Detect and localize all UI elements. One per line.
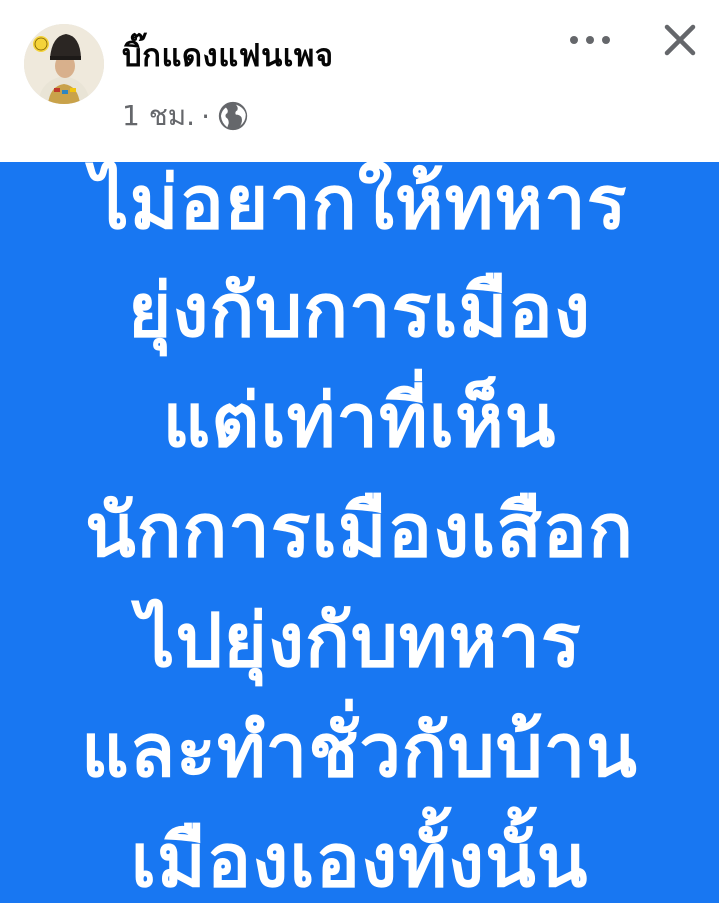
post-text-line: ไปยุ่งกับทหาร (137, 599, 582, 682)
post-text-line: แต่เท่าที่เห็น (162, 379, 557, 462)
post-text-line: ไม่อยากให้ทหาร (91, 162, 628, 244)
post-text-background[interactable]: ไม่อยากให้ทหาร ยุ่งกับการเมือง แต่เท่าที… (0, 162, 719, 903)
post-text-line: และทำชั่วกับบ้าน (81, 709, 638, 792)
post-text-line: นักการเมืองเสือก (85, 489, 634, 572)
meta-separator: · (201, 99, 210, 133)
page-name[interactable]: บิ๊กแดงแฟนเพจ (122, 30, 334, 80)
facebook-post: บิ๊กแดงแฟนเพจ 1 ชม. · ไม่อยากให้ทหาร ยุ่… (0, 0, 719, 903)
post-meta: 1 ชม. · (122, 96, 250, 136)
post-text-line: เมืองเองทั้งนั้น (130, 819, 589, 902)
post-time[interactable]: 1 ชม. (122, 94, 195, 138)
post-text-line: ยุ่งกับการเมือง (127, 269, 592, 352)
more-horizontal-icon (568, 31, 612, 50)
globe-icon[interactable] (216, 99, 250, 133)
post-header: บิ๊กแดงแฟนเพจ 1 ชม. · (0, 0, 719, 162)
avatar[interactable] (24, 24, 104, 104)
close-button[interactable] (652, 14, 708, 70)
close-icon (663, 23, 697, 61)
more-options-button[interactable] (560, 20, 620, 60)
